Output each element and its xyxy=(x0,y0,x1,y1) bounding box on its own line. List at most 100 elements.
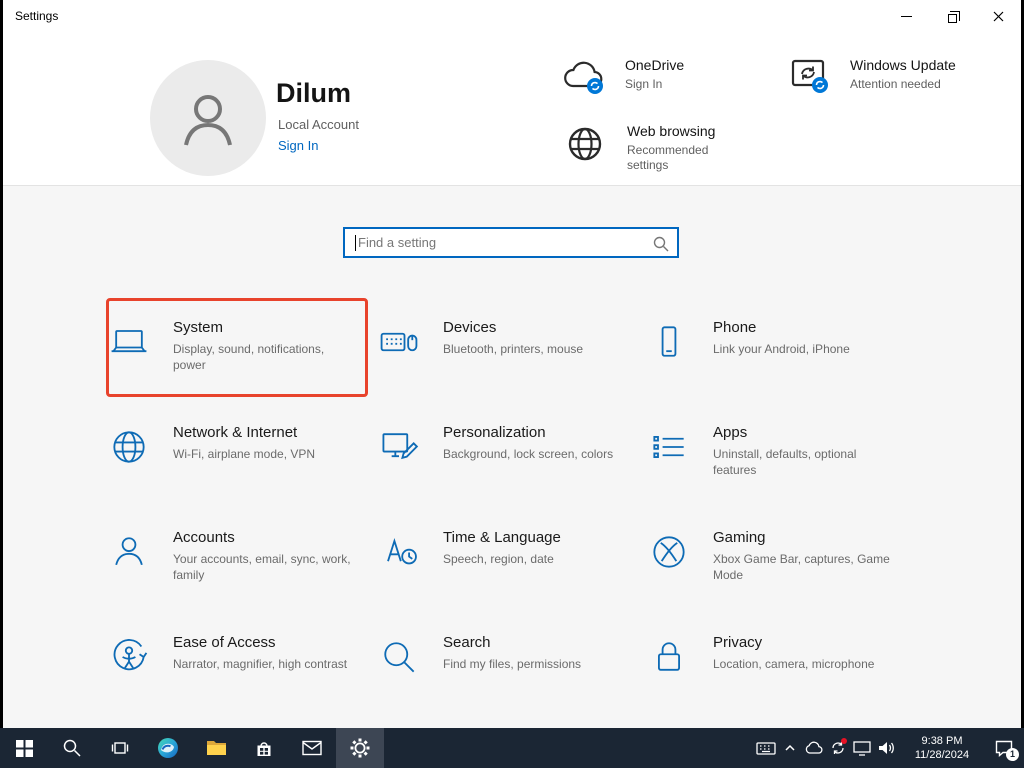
edge-button[interactable] xyxy=(144,728,192,768)
devices-icon xyxy=(377,320,421,364)
onedrive-cloud-icon xyxy=(561,57,611,99)
category-title: Time & Language xyxy=(443,528,625,548)
window-controls xyxy=(883,0,1021,33)
mail-button[interactable] xyxy=(288,728,336,768)
search-input[interactable] xyxy=(345,229,677,256)
category-network-internet[interactable]: Network & Internet Wi-Fi, airplane mode,… xyxy=(107,407,377,512)
category-title: System xyxy=(173,318,355,338)
category-title: Ease of Access xyxy=(173,633,355,653)
notification-badge: 1 xyxy=(1006,748,1019,761)
taskbar-search-button[interactable] xyxy=(48,728,96,768)
tray-display-button[interactable] xyxy=(850,728,874,768)
category-desc: Background, lock screen, colors xyxy=(443,446,625,462)
settings-window: Settings Dilum Local Account Sign In xyxy=(3,0,1021,728)
quick-item-subtitle: Attention needed xyxy=(850,77,956,92)
mail-icon xyxy=(302,740,322,756)
taskbar-clock[interactable]: 9:38 PM 11/28/2024 xyxy=(906,734,978,762)
category-desc: Display, sound, notifications, power xyxy=(173,341,355,373)
taskbar-search-icon xyxy=(63,739,81,757)
category-title: Network & Internet xyxy=(173,423,355,443)
search-magnifier-icon xyxy=(377,635,421,679)
quick-item-onedrive[interactable]: OneDrive Sign In xyxy=(561,57,684,99)
category-title: Search xyxy=(443,633,625,653)
quick-item-title: Windows Update xyxy=(850,57,956,73)
task-view-icon xyxy=(111,739,129,757)
quick-item-subtitle: Recommended settings xyxy=(627,143,727,173)
category-desc: Location, camera, microphone xyxy=(713,656,895,672)
category-privacy[interactable]: Privacy Location, camera, microphone xyxy=(647,617,917,722)
display-icon xyxy=(853,740,871,756)
category-desc: Find my files, permissions xyxy=(443,656,625,672)
windows-update-icon xyxy=(786,57,836,99)
category-personalization[interactable]: Personalization Background, lock screen,… xyxy=(377,407,647,512)
category-title: Privacy xyxy=(713,633,895,653)
category-accounts[interactable]: Accounts Your accounts, email, sync, wor… xyxy=(107,512,377,617)
category-ease-of-access[interactable]: Ease of Access Narrator, magnifier, high… xyxy=(107,617,377,722)
quick-item-subtitle: Sign In xyxy=(625,77,684,92)
category-gaming[interactable]: Gaming Xbox Game Bar, captures, Game Mod… xyxy=(647,512,917,617)
accounts-person-icon xyxy=(107,530,151,574)
tray-overflow-button[interactable] xyxy=(778,728,802,768)
category-desc: Speech, region, date xyxy=(443,551,625,567)
quick-item-web-browsing[interactable]: Web browsing Recommended settings xyxy=(563,123,727,173)
category-devices[interactable]: Devices Bluetooth, printers, mouse xyxy=(377,302,647,407)
restore-button[interactable] xyxy=(929,0,975,33)
category-title: Devices xyxy=(443,318,625,338)
category-title: Apps xyxy=(713,423,895,443)
category-grid: System Display, sound, notifications, po… xyxy=(107,302,919,722)
category-apps[interactable]: Apps Uninstall, defaults, optional featu… xyxy=(647,407,917,512)
category-title: Accounts xyxy=(173,528,355,548)
touch-keyboard-button[interactable] xyxy=(754,728,778,768)
user-sign-in-link[interactable]: Sign In xyxy=(278,138,318,153)
tray-volume-button[interactable] xyxy=(874,728,898,768)
gaming-xbox-icon xyxy=(647,530,691,574)
tray-cloud-button[interactable] xyxy=(802,728,826,768)
file-explorer-button[interactable] xyxy=(192,728,240,768)
clock-date: 11/28/2024 xyxy=(906,748,978,762)
category-title: Phone xyxy=(713,318,895,338)
task-view-button[interactable] xyxy=(96,728,144,768)
start-icon xyxy=(16,740,33,757)
close-button[interactable] xyxy=(975,0,1021,33)
category-desc: Bluetooth, printers, mouse xyxy=(443,341,625,357)
search-icon xyxy=(653,236,669,252)
touch-keyboard-icon xyxy=(756,738,776,758)
system-icon xyxy=(107,320,151,364)
action-center-button[interactable]: 1 xyxy=(984,728,1024,768)
time-language-icon xyxy=(377,530,421,574)
category-time-language[interactable]: Time & Language Speech, region, date xyxy=(377,512,647,617)
window-title: Settings xyxy=(15,9,58,23)
restore-icon xyxy=(948,14,957,23)
category-desc: Wi-Fi, airplane mode, VPN xyxy=(173,446,355,462)
settings-taskbar-button[interactable] xyxy=(336,728,384,768)
clock-time: 9:38 PM xyxy=(906,734,978,748)
quick-item-title: Web browsing xyxy=(627,123,727,139)
category-title: Gaming xyxy=(713,528,895,548)
category-search[interactable]: Search Find my files, permissions xyxy=(377,617,647,722)
tray-sync-alert-button[interactable] xyxy=(826,728,850,768)
system-tray: 9:38 PM 11/28/2024 1 xyxy=(754,728,1024,768)
minimize-button[interactable] xyxy=(883,0,929,33)
store-button[interactable] xyxy=(240,728,288,768)
category-phone[interactable]: Phone Link your Android, iPhone xyxy=(647,302,917,407)
chevron-up-icon xyxy=(783,741,797,755)
close-icon xyxy=(993,11,1004,22)
taskbar: 9:38 PM 11/28/2024 1 xyxy=(0,728,1024,768)
category-desc: Xbox Game Bar, captures, Game Mode xyxy=(713,551,895,583)
apps-list-icon xyxy=(647,425,691,469)
category-system[interactable]: System Display, sound, notifications, po… xyxy=(107,302,377,407)
category-desc: Uninstall, defaults, optional features xyxy=(713,446,895,478)
volume-icon xyxy=(877,740,895,756)
store-icon xyxy=(254,738,274,758)
alert-red-dot xyxy=(841,738,847,744)
network-globe-icon xyxy=(107,425,151,469)
category-desc: Link your Android, iPhone xyxy=(713,341,895,357)
start-button[interactable] xyxy=(0,728,48,768)
user-silhouette-icon xyxy=(173,83,243,153)
cloud-icon xyxy=(805,741,823,755)
web-browsing-globe-icon xyxy=(563,123,613,165)
edge-icon xyxy=(157,737,179,759)
quick-item-windows-update[interactable]: Windows Update Attention needed xyxy=(786,57,956,99)
category-desc: Narrator, magnifier, high contrast xyxy=(173,656,355,672)
settings-gear-icon xyxy=(348,736,372,760)
